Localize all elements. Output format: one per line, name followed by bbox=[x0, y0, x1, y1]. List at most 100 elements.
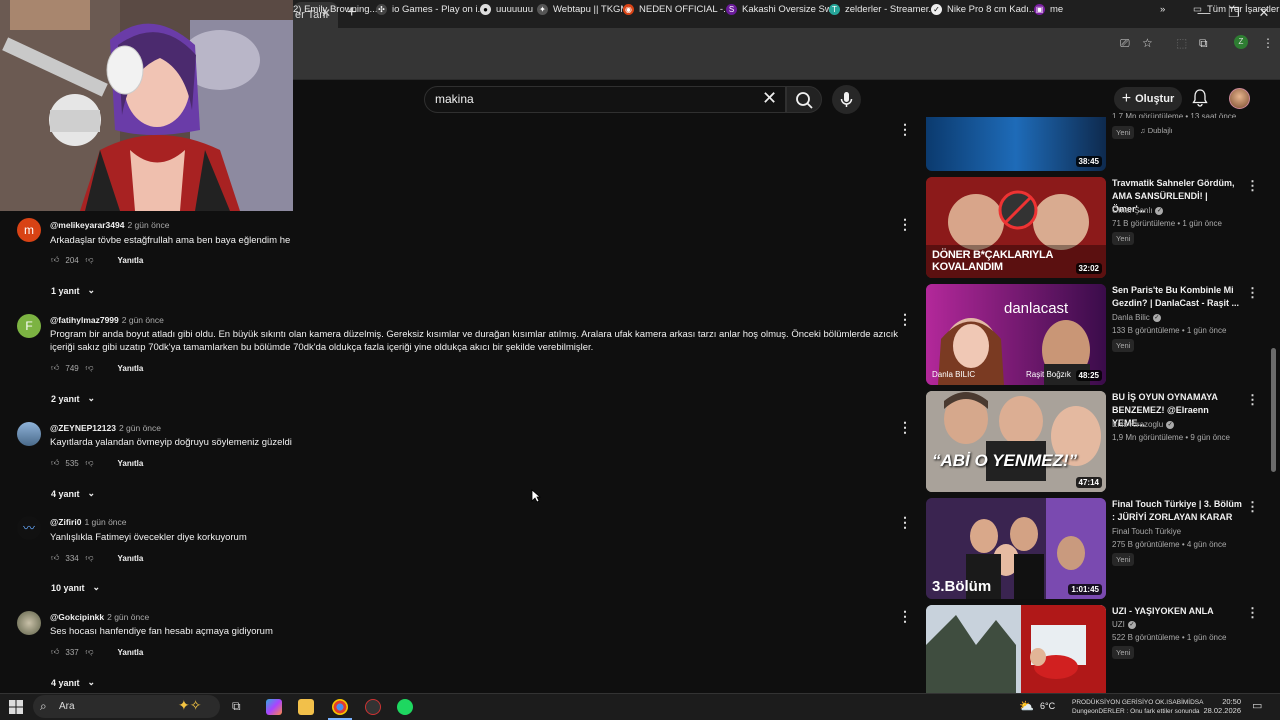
like-icon[interactable]: 👍︎ bbox=[51, 363, 59, 373]
all-bookmarks[interactable]: ▭ Tüm Yer İşaretleri bbox=[1193, 4, 1280, 15]
bookmark-item[interactable]: Tzelderler - Streamer... bbox=[829, 4, 936, 15]
view-replies-button[interactable]: 10 yanıt ⌄ bbox=[51, 582, 100, 593]
search-button[interactable] bbox=[786, 86, 822, 113]
comment-username[interactable]: @Gokcipinkk bbox=[50, 612, 104, 622]
comment-avatar[interactable]: 〰 bbox=[17, 516, 41, 540]
more-actions-icon[interactable]: ⋮ bbox=[898, 216, 912, 233]
bookmark-item[interactable]: ✓ Nike Pro 8 cm Kadı... bbox=[931, 4, 1037, 15]
extension-disabled-icon[interactable]: ⬚ bbox=[1176, 36, 1187, 50]
weather-icon[interactable]: ⛅ bbox=[1019, 699, 1034, 713]
comment-avatar[interactable]: m bbox=[17, 218, 41, 242]
obs-icon[interactable] bbox=[365, 699, 381, 715]
reply-button[interactable]: Yanıtla bbox=[118, 364, 144, 373]
bookmark-item[interactable]: 2) Emily Browning... bbox=[293, 4, 377, 15]
search-input[interactable] bbox=[435, 92, 745, 106]
file-explorer-icon[interactable] bbox=[298, 699, 314, 715]
comment-author[interactable]: @melikeyarar3494 2 gün önce bbox=[50, 220, 170, 230]
weather-temperature[interactable]: 6°C bbox=[1040, 701, 1055, 711]
search-box[interactable] bbox=[424, 86, 786, 113]
spotify-icon[interactable] bbox=[397, 699, 413, 715]
dislike-icon[interactable]: 👎︎ bbox=[85, 647, 93, 657]
video-title[interactable]: Final Touch Türkiye | 3. Bölüm : JÜRİYİ … bbox=[1112, 498, 1242, 524]
chrome-icon[interactable] bbox=[332, 699, 348, 715]
more-actions-icon[interactable]: ⋮ bbox=[898, 121, 912, 138]
extensions-icon[interactable]: ⧉ bbox=[1199, 36, 1208, 51]
video-channel[interactable]: Final Touch Türkiye bbox=[1112, 527, 1181, 536]
comment-time[interactable]: 2 gün önce bbox=[122, 315, 164, 325]
comment-author[interactable]: @Gokcipinkk 2 gün önce bbox=[50, 612, 149, 622]
comment-author[interactable]: @fatihylmaz7999 2 gün önce bbox=[50, 315, 164, 325]
view-replies-button[interactable]: 2 yanıt ⌄ bbox=[51, 393, 95, 404]
notifications-bell-icon[interactable] bbox=[1192, 89, 1208, 107]
more-actions-icon[interactable]: ⋮ bbox=[898, 419, 912, 436]
profile-icon[interactable]: Z bbox=[1234, 35, 1248, 49]
like-icon[interactable]: 👍︎ bbox=[51, 255, 59, 265]
video-thumbnail[interactable]: danlacast Danla BILIC Raşit Boğzık 48:25 bbox=[926, 284, 1106, 385]
bookmark-item[interactable]: S Kakashi Oversize Sw... bbox=[726, 4, 839, 15]
comment-username[interactable]: @fatihylmaz7999 bbox=[50, 315, 119, 325]
task-view-icon[interactable]: ⧉ bbox=[232, 699, 248, 715]
comment-time[interactable]: 2 gün önce bbox=[127, 220, 169, 230]
video-menu-icon[interactable]: ⋮ bbox=[1246, 499, 1259, 515]
video-menu-icon[interactable]: ⋮ bbox=[1246, 605, 1259, 621]
bookmark-item[interactable]: ✣ io Games - Play on i... bbox=[376, 4, 485, 15]
bookmark-item[interactable]: ● uuuuuuu bbox=[480, 4, 533, 15]
bookmark-item[interactable]: ✦ Webtapu || TKGM bbox=[537, 4, 628, 15]
bookmark-item[interactable]: ▣ me bbox=[1034, 4, 1063, 15]
reply-button[interactable]: Yanıtla bbox=[118, 648, 144, 657]
page-scrollbar[interactable] bbox=[1271, 348, 1276, 472]
dislike-icon[interactable]: 👎︎ bbox=[85, 255, 93, 265]
reply-button[interactable]: Yanıtla bbox=[118, 554, 144, 563]
windows-start-icon[interactable] bbox=[9, 700, 23, 714]
video-menu-icon[interactable]: ⋮ bbox=[1246, 178, 1259, 194]
system-clock[interactable]: 20:50 28.02.2026 bbox=[1203, 697, 1241, 715]
comment-time[interactable]: 2 gün önce bbox=[119, 423, 161, 433]
like-icon[interactable]: 👍︎ bbox=[51, 647, 59, 657]
video-menu-icon[interactable]: ⋮ bbox=[1246, 285, 1259, 301]
video-thumbnail[interactable]: DÖNER B*ÇAKLARIYLA KOVALANDIM 32:02 bbox=[926, 177, 1106, 278]
browser-menu-icon[interactable]: ⋮ bbox=[1262, 36, 1274, 50]
comment-avatar[interactable] bbox=[17, 422, 41, 446]
comment-avatar[interactable] bbox=[17, 611, 41, 635]
video-thumbnail[interactable]: “ABİ O YENMEZ!” 47:14 bbox=[926, 391, 1106, 492]
view-replies-button[interactable]: 4 yanıt ⌄ bbox=[51, 677, 95, 688]
comment-author[interactable]: @Zifiri0 1 gün önce bbox=[50, 517, 127, 527]
clear-search-icon[interactable]: ✕ bbox=[762, 88, 777, 109]
like-icon[interactable]: 👍︎ bbox=[51, 553, 59, 563]
video-title[interactable]: UZI - YAŞIYOKEN ANLA bbox=[1112, 605, 1242, 618]
dislike-icon[interactable]: 👎︎ bbox=[85, 363, 93, 373]
video-title[interactable]: Sen Paris'te Bu Kombinle Mi Gezdin? | Da… bbox=[1112, 284, 1242, 310]
reply-button[interactable]: Yanıtla bbox=[118, 256, 144, 265]
account-avatar[interactable] bbox=[1229, 88, 1250, 109]
comment-author[interactable]: @ZEYNEP12123 2 gün önce bbox=[50, 423, 161, 433]
create-button[interactable]: + Oluştur bbox=[1114, 87, 1182, 111]
dislike-icon[interactable]: 👎︎ bbox=[85, 553, 93, 563]
comment-username[interactable]: @melikeyarar3494 bbox=[50, 220, 124, 230]
video-channel[interactable]: Danla Bilic ✓ bbox=[1112, 313, 1161, 322]
voice-search-button[interactable] bbox=[832, 85, 861, 114]
video-thumbnail[interactable]: 3.Bölüm 1:01:45 bbox=[926, 498, 1106, 599]
video-channel[interactable]: UZI ✓ bbox=[1112, 620, 1136, 629]
more-actions-icon[interactable]: ⋮ bbox=[898, 608, 912, 625]
copilot-icon[interactable] bbox=[266, 699, 282, 715]
like-icon[interactable]: 👍︎ bbox=[51, 458, 59, 468]
video-thumbnail[interactable]: 38:45 bbox=[926, 117, 1106, 171]
comment-avatar[interactable]: F bbox=[17, 314, 41, 338]
dislike-icon[interactable]: 👎︎ bbox=[85, 458, 93, 468]
bookmarks-overflow-icon[interactable]: » bbox=[1160, 4, 1165, 15]
video-thumbnail[interactable] bbox=[926, 605, 1106, 693]
comment-username[interactable]: @ZEYNEP12123 bbox=[50, 423, 116, 433]
view-replies-button[interactable]: 4 yanıt ⌄ bbox=[51, 488, 95, 499]
install-app-icon[interactable]: ⎚ bbox=[1120, 36, 1130, 51]
more-actions-icon[interactable]: ⋮ bbox=[898, 311, 912, 328]
comment-time[interactable]: 2 gün önce bbox=[107, 612, 149, 622]
bookmark-item[interactable]: ◉ NEDEN OFFICIAL -... bbox=[623, 4, 731, 15]
more-actions-icon[interactable]: ⋮ bbox=[898, 514, 912, 531]
view-replies-button[interactable]: 1 yanıt ⌄ bbox=[51, 285, 95, 296]
video-menu-icon[interactable]: ⋮ bbox=[1246, 392, 1259, 408]
comment-username[interactable]: @Zifiri0 bbox=[50, 517, 81, 527]
video-channel[interactable]: Ömer Şanlı ✓ bbox=[1112, 206, 1164, 215]
notification-center-icon[interactable]: ▭ bbox=[1252, 699, 1262, 712]
video-channel[interactable]: Enis Kirazoglu ✓ bbox=[1112, 420, 1175, 429]
comment-time[interactable]: 1 gün önce bbox=[84, 517, 126, 527]
